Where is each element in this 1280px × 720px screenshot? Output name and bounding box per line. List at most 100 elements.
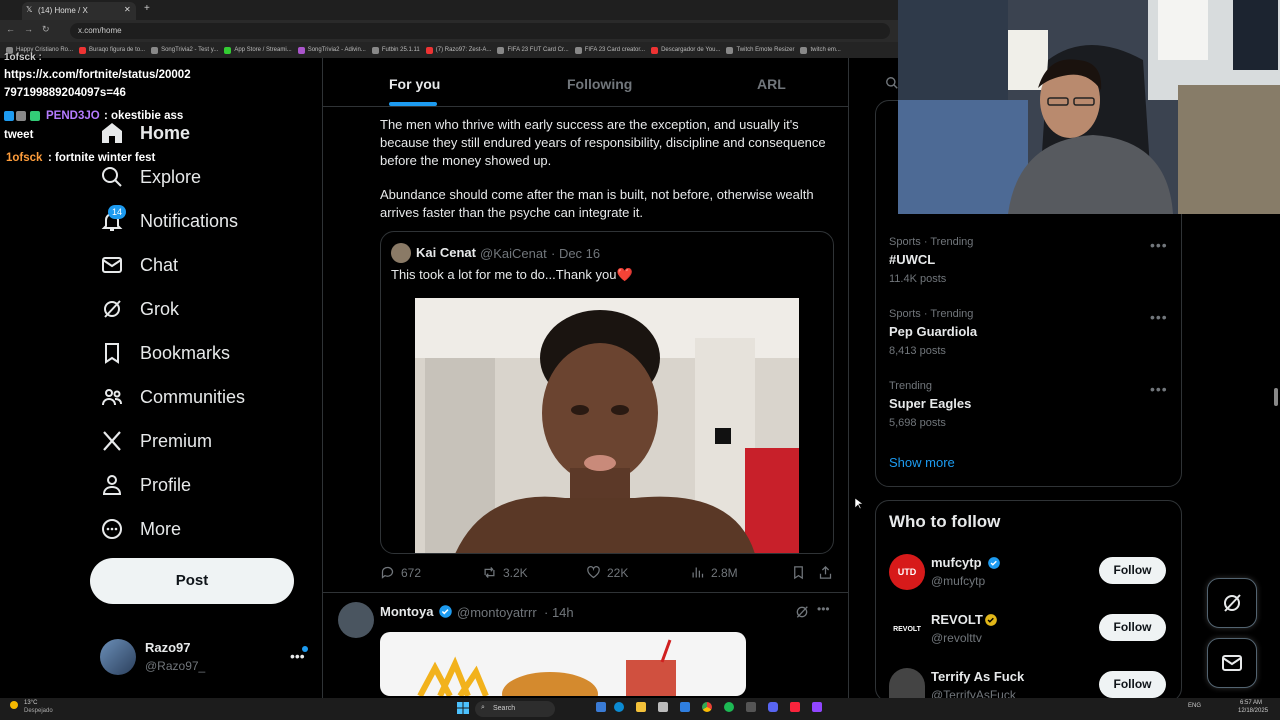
like-button[interactable]: 22K: [586, 565, 628, 580]
taskbar-app-icon[interactable]: [596, 702, 606, 712]
clock-date[interactable]: 12/18/2025: [1238, 708, 1268, 714]
x-favicon-icon: 𝕏: [26, 5, 33, 14]
nav-bookmarks[interactable]: Bookmarks: [100, 341, 230, 365]
browser-tab[interactable]: 𝕏 (14) Home / X ✕: [22, 2, 136, 20]
bookmarks-bar: Happy Cristiano Ro... Buraqo figura de t…: [0, 42, 898, 58]
reload-icon[interactable]: ↻: [42, 24, 50, 35]
bookmark-item[interactable]: Futbin 25.1.11: [371, 46, 420, 54]
url-text: x.com/home: [78, 26, 122, 35]
bookmark-item[interactable]: SongTrivia2 - Test y...: [151, 46, 218, 54]
nav-communities[interactable]: Communities: [100, 385, 245, 409]
tweet-divider: [323, 592, 848, 593]
reply-button[interactable]: 672: [380, 565, 421, 580]
music-icon[interactable]: [790, 702, 800, 712]
chat-username: 1ofsck: [6, 152, 43, 164]
nav-profile[interactable]: Profile: [100, 473, 191, 497]
windows-start-icon[interactable]: [457, 702, 469, 714]
forward-icon[interactable]: →: [24, 24, 33, 34]
tweet-more-icon[interactable]: •••: [817, 602, 830, 616]
trend-posts: 5,698 posts: [889, 417, 946, 429]
quote-author-name[interactable]: Kai Cenat: [416, 245, 476, 260]
account-name[interactable]: mufcytp: [931, 555, 982, 570]
grok-icon[interactable]: [794, 604, 810, 620]
scrollbar-thumb[interactable]: [1274, 388, 1278, 406]
chat-message: : okestibie ass: [104, 110, 184, 122]
bookmark-item[interactable]: Buraqo figura de to...: [79, 46, 145, 54]
nav-premium[interactable]: Premium: [100, 429, 212, 453]
weather-temp[interactable]: 13°C: [24, 700, 37, 706]
trend-more-icon[interactable]: •••: [1150, 237, 1168, 253]
tab-for-you[interactable]: For you: [389, 76, 440, 92]
tweet-time[interactable]: · 14h: [544, 605, 574, 620]
tweet-author-name[interactable]: Montoya: [380, 604, 433, 619]
nav-home[interactable]: Home: [100, 121, 190, 145]
nav-communities-label: Communities: [140, 386, 246, 407]
language-indicator[interactable]: ENG: [1188, 703, 1201, 709]
post-button[interactable]: Post: [90, 558, 294, 604]
tab-following[interactable]: Following: [567, 76, 632, 92]
quoted-tweet[interactable]: Kai Cenat @KaiCenat · Dec 16 This took a…: [380, 231, 834, 554]
mouse-cursor-icon: [855, 498, 863, 510]
discord-icon[interactable]: [768, 702, 778, 712]
store-icon[interactable]: [658, 702, 668, 712]
show-more-link[interactable]: Show more: [889, 455, 955, 470]
trend-name[interactable]: Super Eagles: [889, 396, 971, 411]
address-bar[interactable]: x.com/home: [70, 23, 890, 39]
avatar[interactable]: UTD: [889, 554, 925, 590]
bookmark-item[interactable]: SongTrivia2 - Adivin...: [297, 46, 366, 54]
tweet-author-handle[interactable]: @montoyatrrr: [457, 605, 537, 620]
bookmark-icon[interactable]: [791, 565, 806, 580]
bookmark-item[interactable]: FIFA 23 FUT Card Cr...: [497, 46, 569, 54]
tweet-image[interactable]: [380, 632, 746, 696]
nav-more[interactable]: More: [100, 517, 181, 541]
nav-grok[interactable]: Grok: [100, 297, 179, 321]
tweet-text-paragraph: The men who thrive with early success ar…: [380, 117, 826, 168]
edge-icon[interactable]: [614, 702, 624, 712]
bookmark-item[interactable]: Descargador de You...: [651, 46, 720, 54]
trend-name[interactable]: #UWCL: [889, 252, 935, 267]
trend-name[interactable]: Pep Guardiola: [889, 324, 977, 339]
trend-more-icon[interactable]: •••: [1150, 309, 1168, 325]
follow-button[interactable]: Follow: [1099, 614, 1166, 641]
avatar[interactable]: [338, 602, 374, 638]
messages-fab[interactable]: [1207, 638, 1257, 688]
account-name[interactable]: Terrify As Fuck: [931, 669, 1024, 684]
tab-arl[interactable]: ARL: [757, 76, 786, 92]
bookmark-item[interactable]: Twitch Emote Resizer: [726, 46, 794, 54]
quote-text-content: This took a lot for me to do...Thank you: [391, 267, 617, 282]
grok-fab[interactable]: [1207, 578, 1257, 628]
bookmark-icon: [105, 343, 119, 364]
bookmark-item[interactable]: FIFA 23 Card creator...: [574, 46, 645, 54]
share-icon[interactable]: [818, 565, 833, 580]
bookmark-item[interactable]: twitch em...: [800, 46, 841, 54]
account-name[interactable]: REVOLT: [931, 612, 983, 627]
search-icon[interactable]: [885, 76, 899, 90]
clock-time[interactable]: 6:57 AM: [1240, 700, 1262, 706]
spotify-icon[interactable]: [724, 702, 734, 712]
mail-app-icon[interactable]: [680, 702, 690, 712]
close-tab-icon[interactable]: ✕: [124, 5, 131, 14]
twitch-icon[interactable]: [812, 702, 822, 712]
avatar[interactable]: REVOLT: [889, 612, 925, 648]
nav-chat[interactable]: Chat: [100, 253, 178, 277]
file-explorer-icon[interactable]: [636, 702, 646, 712]
nav-explore[interactable]: Explore: [100, 165, 201, 189]
trend-more-icon[interactable]: •••: [1150, 381, 1168, 397]
quote-date[interactable]: · Dec 16: [551, 246, 600, 261]
chrome-icon[interactable]: [702, 702, 712, 712]
bookmark-item[interactable]: (7) Razo97: Zest-A...: [425, 46, 491, 54]
avatar[interactable]: [889, 668, 925, 698]
bookmark-item[interactable]: App Store / Streami...: [224, 46, 292, 54]
follow-button[interactable]: Follow: [1099, 671, 1166, 698]
back-icon[interactable]: ←: [6, 24, 15, 34]
follow-button[interactable]: Follow: [1099, 557, 1166, 584]
views-button[interactable]: 2.8M: [690, 565, 738, 580]
obs-icon[interactable]: [746, 702, 756, 712]
repost-button[interactable]: 3.2K: [482, 565, 528, 580]
quote-video-thumbnail[interactable]: [415, 298, 799, 554]
quote-author-handle[interactable]: @KaiCenat: [480, 246, 547, 261]
new-tab-icon[interactable]: +: [144, 3, 150, 14]
avatar[interactable]: [100, 639, 136, 675]
taskbar-search[interactable]: ⌕ Search: [475, 701, 555, 717]
avatar[interactable]: [391, 243, 411, 263]
